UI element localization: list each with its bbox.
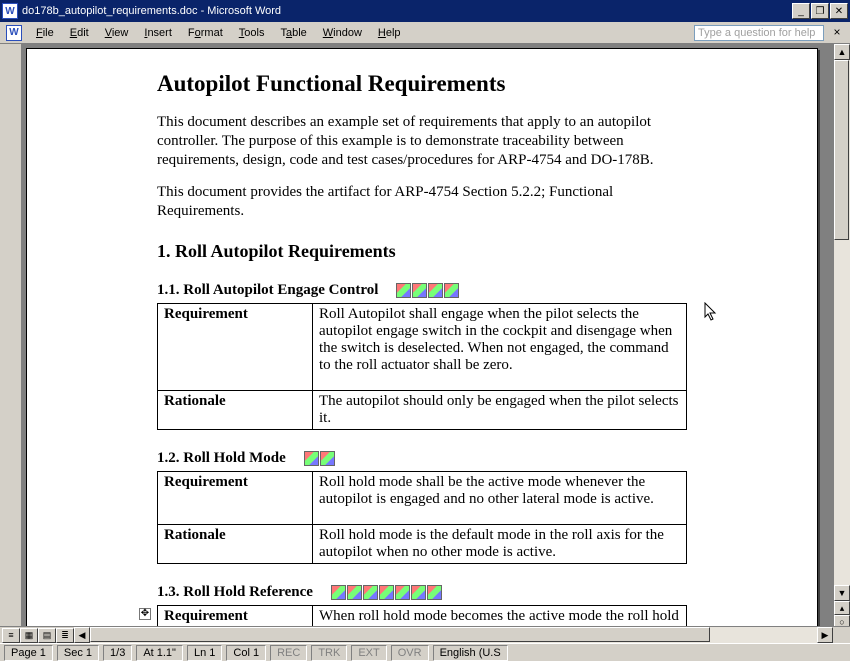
minimize-button[interactable]: _	[792, 3, 810, 19]
menu-insert[interactable]: Insert	[136, 25, 180, 41]
trace-icons-1-3[interactable]	[331, 585, 442, 600]
status-trk[interactable]: TRK	[311, 645, 347, 661]
rationale-text: The autopilot should only be engaged whe…	[313, 390, 687, 429]
trace-icon[interactable]	[411, 585, 426, 600]
status-pages: 1/3	[103, 645, 132, 661]
left-margin	[0, 44, 22, 643]
table-row: Rationale Roll hold mode is the default …	[158, 524, 687, 563]
section-1-2-title: 1.2. Roll Hold Mode	[157, 450, 286, 467]
status-rec[interactable]: REC	[270, 645, 307, 661]
scroll-right-button[interactable]: ▶	[817, 627, 833, 643]
trace-icons-1-2[interactable]	[304, 451, 335, 466]
outline-view-button[interactable]: ≣	[56, 628, 74, 643]
view-buttons: ≡ ▦ ▤ ≣	[0, 628, 74, 643]
scroll-left-button[interactable]: ◀	[74, 627, 90, 643]
trace-icon[interactable]	[444, 283, 459, 298]
section-1-1-title: 1.1. Roll Autopilot Engage Control	[157, 282, 378, 299]
status-ext[interactable]: EXT	[351, 645, 386, 661]
rationale-label: Rationale	[158, 524, 313, 563]
prev-page-button[interactable]: ▴	[834, 601, 850, 615]
trace-icon[interactable]	[412, 283, 427, 298]
hscroll-row: ≡ ▦ ▤ ≣ ◀ ▶	[0, 626, 850, 643]
help-search-box[interactable]: Type a question for help	[694, 25, 824, 41]
trace-icon[interactable]	[396, 283, 411, 298]
req-table-1-2: Requirement Roll hold mode shall be the …	[157, 471, 687, 564]
trace-icon[interactable]	[395, 585, 410, 600]
word-app-icon: W	[2, 3, 18, 19]
status-line: Ln 1	[187, 645, 222, 661]
status-at: At 1.1"	[136, 645, 183, 661]
req-table-1-1: Requirement Roll Autopilot shall engage …	[157, 303, 687, 430]
doc-close-button[interactable]: ×	[830, 26, 844, 40]
workspace: Autopilot Functional Requirements This d…	[0, 44, 850, 643]
req-label: Requirement	[158, 303, 313, 390]
menu-edit[interactable]: Edit	[62, 25, 97, 41]
section-1-3-title: 1.3. Roll Hold Reference	[157, 584, 313, 601]
vertical-scrollbar[interactable]: ▲ ▼ ▴ ○ ▾	[833, 44, 850, 643]
normal-view-button[interactable]: ≡	[2, 628, 20, 643]
table-row: Requirement Roll Autopilot shall engage …	[158, 303, 687, 390]
hscroll-track[interactable]	[90, 627, 817, 643]
status-language[interactable]: English (U.S	[433, 645, 508, 661]
status-page: Page 1	[4, 645, 53, 661]
word-doc-icon[interactable]: W	[6, 25, 22, 41]
menu-help[interactable]: Help	[370, 25, 409, 41]
status-col: Col 1	[226, 645, 266, 661]
scroll-down-button[interactable]: ▼	[834, 585, 850, 601]
window-buttons: _ ❐ ✕	[791, 3, 848, 19]
menu-view[interactable]: View	[97, 25, 137, 41]
menu-tools[interactable]: Tools	[231, 25, 273, 41]
horizontal-scrollbar[interactable]: ◀ ▶	[74, 627, 833, 643]
table-row: Requirement Roll hold mode shall be the …	[158, 471, 687, 524]
req-text: Roll Autopilot shall engage when the pil…	[313, 303, 687, 390]
window-title: do178b_autopilot_requirements.doc - Micr…	[22, 5, 791, 17]
hscroll-thumb[interactable]	[90, 627, 710, 642]
menu-bar: W File Edit View Insert Format Tools Tab…	[0, 22, 850, 44]
rationale-text: Roll hold mode is the default mode in th…	[313, 524, 687, 563]
trace-icon[interactable]	[331, 585, 346, 600]
menu-window[interactable]: Window	[315, 25, 370, 41]
section-1-2-heading: 1.2. Roll Hold Mode	[157, 450, 687, 467]
intro-paragraph-2: This document provides the artifact for …	[157, 183, 687, 221]
vscroll-track[interactable]	[834, 60, 850, 585]
status-section: Sec 1	[57, 645, 99, 661]
web-view-button[interactable]: ▦	[20, 628, 38, 643]
status-ovr[interactable]: OVR	[391, 645, 429, 661]
table-move-handle-icon[interactable]: ✥	[139, 608, 151, 620]
req-text: Roll hold mode shall be the active mode …	[313, 471, 687, 524]
doc-title: Autopilot Functional Requirements	[157, 71, 687, 97]
close-button[interactable]: ✕	[830, 3, 848, 19]
trace-icon[interactable]	[427, 585, 442, 600]
menu-format[interactable]: Format	[180, 25, 231, 41]
trace-icon[interactable]	[304, 451, 319, 466]
document-area[interactable]: Autopilot Functional Requirements This d…	[22, 44, 833, 643]
intro-paragraph-1: This document describes an example set o…	[157, 113, 687, 169]
restore-button[interactable]: ❐	[811, 3, 829, 19]
trace-icon[interactable]	[379, 585, 394, 600]
menu-table[interactable]: Table	[272, 25, 314, 41]
req-label: Requirement	[158, 471, 313, 524]
rationale-label: Rationale	[158, 390, 313, 429]
section-1-1-heading: 1.1. Roll Autopilot Engage Control	[157, 282, 687, 299]
table-row: Rationale The autopilot should only be e…	[158, 390, 687, 429]
trace-icon[interactable]	[428, 283, 443, 298]
trace-icon[interactable]	[320, 451, 335, 466]
section-1-heading: 1. Roll Autopilot Requirements	[157, 241, 687, 262]
vscroll-thumb[interactable]	[834, 60, 849, 240]
print-view-button[interactable]: ▤	[38, 628, 56, 643]
title-bar: W do178b_autopilot_requirements.doc - Mi…	[0, 0, 850, 22]
status-bar: Page 1 Sec 1 1/3 At 1.1" Ln 1 Col 1 REC …	[0, 643, 850, 661]
trace-icons-1-1[interactable]	[396, 283, 459, 298]
trace-icon[interactable]	[363, 585, 378, 600]
trace-icon[interactable]	[347, 585, 362, 600]
menu-file[interactable]: File	[28, 25, 62, 41]
page: Autopilot Functional Requirements This d…	[26, 48, 818, 643]
scroll-up-button[interactable]: ▲	[834, 44, 850, 60]
section-1-3-heading: 1.3. Roll Hold Reference	[157, 584, 687, 601]
